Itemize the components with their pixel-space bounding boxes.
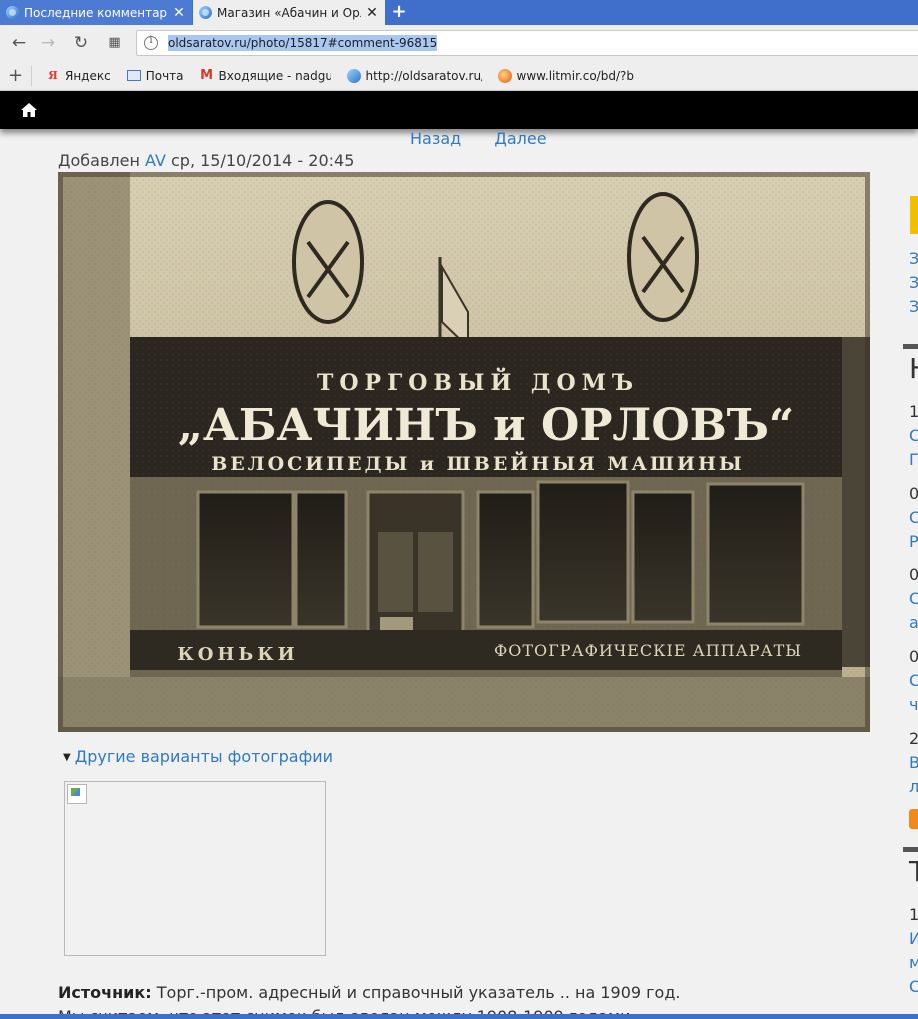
next-link[interactable]: Далее — [494, 129, 546, 148]
bookmark-mail[interactable]: Почта — [126, 68, 184, 83]
bookmark-label: Яндекс — [65, 68, 111, 83]
shop-photo[interactable]: ТОРГОВЫЙ ДОМЪ „АБАЧИНЪ и ОРЛОВЪ“ ВЕЛОСИП… — [58, 172, 870, 732]
right-sidebar: З З З Н 1 С Г 0 С Р 0 С а 0 С ч 2 В л Т … — [903, 129, 918, 1019]
site-favicon-icon — [199, 6, 212, 19]
post-meta: Добавлен AV ср, 15/10/2014 - 20:45 — [58, 151, 354, 170]
bookmark-label: http://oldsaratov.ru/fo — [365, 68, 482, 83]
sidebar-item-link[interactable]: С — [909, 426, 918, 445]
shop-photo-image: ТОРГОВЫЙ ДОМЪ „АБАЧИНЪ и ОРЛОВЪ“ ВЕЛОСИП… — [58, 172, 870, 732]
speed-dial-grid-icon[interactable]: ▦ — [103, 32, 125, 54]
post-date: ср, 15/10/2014 - 20:45 — [170, 151, 355, 170]
home-icon[interactable] — [20, 101, 38, 119]
back-arrow-icon[interactable]: ← — [8, 32, 30, 54]
bookmark-oldsaratov[interactable]: http://oldsaratov.ru/fo — [346, 68, 482, 83]
sidebar-item-link[interactable]: м — [909, 953, 918, 972]
address-bar[interactable]: oldsaratov.ru/photo/15817#comment-96815 — [136, 30, 918, 56]
sidebar-item-link[interactable]: ч — [909, 695, 918, 714]
variants-label[interactable]: Другие варианты фотографии — [75, 747, 333, 766]
sidebar-item-link[interactable]: Р — [909, 532, 918, 551]
bookmark-label: Почта — [145, 68, 184, 83]
main-content: Назад Далее Добавлен AV ср, 15/10/2014 -… — [0, 129, 918, 1019]
bookmark-label: www.litmir.co/bd/?b= — [516, 68, 635, 83]
tab-shop-abachin[interactable]: Магазин «Абачин и Орлов» ✕ — [193, 0, 385, 25]
sidebar-item-link[interactable]: С — [909, 589, 918, 608]
tab-title: Последние комментарии — [24, 5, 168, 20]
source-label: Источник: — [58, 983, 152, 1002]
sidebar-item-date: 0 — [909, 565, 918, 584]
broken-image-icon — [67, 784, 87, 804]
close-icon[interactable]: ✕ — [365, 5, 379, 21]
sidebar-item-date: 1 — [909, 905, 918, 924]
mail-icon — [126, 70, 141, 81]
sidebar-item-link[interactable]: С — [909, 671, 918, 690]
tab-recent-comments[interactable]: Последние комментарии ✕ — [0, 0, 192, 25]
sidebar-item-link[interactable]: а — [909, 613, 918, 632]
sidebar-divider — [903, 344, 918, 349]
sidebar-divider — [903, 847, 918, 852]
bookmarks-bar: + Я Яндекс Почта M Входящие - nadgus28 h… — [0, 61, 918, 91]
sidebar-item-date: 1 — [909, 402, 918, 421]
site-favicon-icon — [6, 6, 19, 19]
tab-strip: Последние комментарии ✕ Магазин «Абачин … — [0, 0, 918, 25]
site-header — [0, 91, 918, 129]
sidebar-item-date: 0 — [909, 484, 918, 503]
bookmark-yandex[interactable]: Я Яндекс — [46, 69, 111, 83]
sidebar-item-link[interactable]: И — [909, 929, 918, 948]
sidebar-link[interactable]: З — [909, 249, 918, 268]
litmir-icon — [497, 68, 512, 83]
window-sign-right: ФОТОГРАФИЧЕСКІЕ АППАРАТЫ — [494, 641, 802, 660]
sidebar-item-link[interactable]: л — [909, 777, 918, 796]
new-tab-button[interactable]: + — [388, 0, 410, 25]
sign-main-text: „АБАЧИНЪ и ОРЛОВЪ“ — [178, 400, 795, 451]
photo-pager: Назад Далее — [410, 129, 575, 148]
forward-arrow-icon[interactable]: → — [37, 32, 59, 54]
close-icon[interactable]: ✕ — [172, 5, 186, 21]
sidebar-item-link[interactable]: Г — [909, 450, 918, 469]
sidebar-item-date: 2 — [909, 729, 918, 748]
sidebar-heading: Т — [909, 855, 918, 888]
photo-variants-toggle[interactable]: ▼ Другие варианты фотографии — [63, 747, 333, 766]
site-info-icon[interactable] — [144, 35, 158, 50]
source-text: Торг.-пром. адресный и справочный указат… — [156, 983, 681, 1002]
url-text[interactable]: oldsaratov.ru/photo/15817#comment-96815 — [168, 35, 438, 51]
sidebar-item-link[interactable]: С — [909, 977, 918, 996]
sidebar-yellow-block — [910, 196, 918, 234]
sign-top-text: ТОРГОВЫЙ ДОМЪ — [317, 367, 639, 396]
sidebar-link[interactable]: З — [909, 297, 918, 316]
sidebar-item-link[interactable]: В — [909, 753, 918, 772]
sidebar-item-link[interactable]: С — [909, 508, 918, 527]
bookmark-label: Входящие - nadgus28 — [218, 68, 331, 83]
sidebar-item-date: 0 — [909, 647, 918, 666]
add-bookmark-button[interactable]: + — [0, 65, 32, 86]
added-label: Добавлен — [58, 151, 140, 170]
sidebar-heading: Н — [909, 352, 918, 385]
site-icon — [346, 68, 361, 83]
author-link[interactable]: AV — [145, 151, 166, 170]
triangle-down-icon: ▼ — [63, 752, 71, 763]
bookmark-gmail[interactable]: M Входящие - nadgus28 — [200, 67, 331, 83]
gmail-icon: M — [200, 67, 213, 83]
tab-title: Магазин «Абачин и Орлов» — [217, 5, 361, 20]
navigation-bar: ← → ↻ ▦ oldsaratov.ru/photo/15817#commen… — [0, 25, 918, 61]
reload-icon[interactable]: ↻ — [70, 32, 92, 54]
prev-link[interactable]: Назад — [410, 129, 461, 148]
taskbar-edge — [0, 1014, 918, 1019]
source-line: Источник: Торг.-пром. адресный и справоч… — [58, 983, 681, 1002]
bookmark-litmir[interactable]: www.litmir.co/bd/?b= — [497, 68, 635, 83]
rss-icon[interactable] — [909, 809, 918, 829]
yandex-icon: Я — [48, 68, 58, 82]
sidebar-link[interactable]: З — [909, 273, 918, 292]
window-sign-left: КОНЬКИ — [177, 644, 298, 665]
variant-thumbnail[interactable] — [64, 781, 326, 956]
sign-sub-text: ВЕЛОСИПЕДЫ и ШВЕЙНЫЯ МАШИНЫ — [211, 451, 745, 475]
